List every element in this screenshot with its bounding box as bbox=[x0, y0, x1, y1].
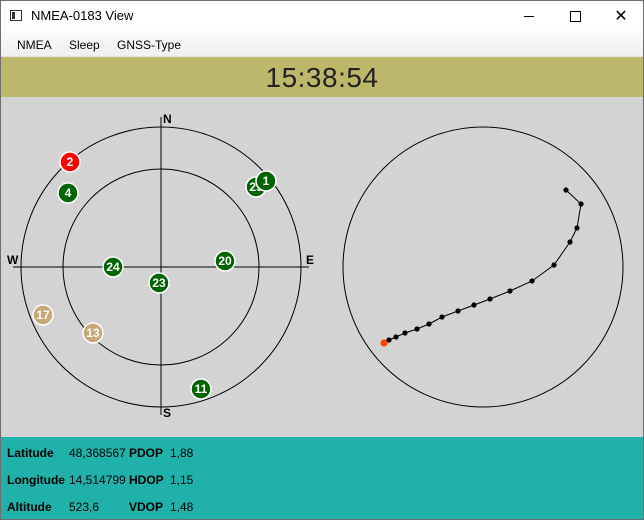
satellite-marker[interactable]: 23 bbox=[148, 272, 170, 294]
altitude-value: 523,6 bbox=[69, 500, 100, 514]
longitude-label: Longitude bbox=[7, 473, 65, 487]
satellite-marker[interactable]: 24 bbox=[102, 256, 124, 278]
close-button[interactable]: ✕ bbox=[598, 1, 643, 31]
longitude-value: 14,514799 bbox=[69, 473, 126, 487]
track-point bbox=[567, 239, 573, 245]
hdop-label: HDOP bbox=[129, 473, 164, 487]
info-panel: Latitude 48,368567 PDOP 1,88 Longitude 1… bbox=[1, 437, 643, 519]
track-point bbox=[574, 225, 580, 231]
maximize-button[interactable] bbox=[552, 1, 598, 31]
app-window-icon bbox=[10, 10, 22, 21]
utc-clock: 15:38:54 bbox=[265, 62, 379, 93]
window-title: NMEA-0183 View bbox=[31, 8, 134, 23]
track-point bbox=[551, 262, 557, 268]
track-point bbox=[529, 278, 535, 284]
menu-nmea[interactable]: NMEA bbox=[17, 38, 52, 52]
satellite-prn: 17 bbox=[36, 308, 50, 322]
title-bar[interactable]: NMEA-0183 View ✕ bbox=[1, 1, 643, 31]
minimize-icon bbox=[524, 15, 534, 17]
track-point bbox=[455, 308, 461, 314]
track-point bbox=[402, 330, 408, 336]
menu-gnss-type[interactable]: GNSS-Type bbox=[117, 38, 181, 52]
minimize-button[interactable] bbox=[506, 1, 552, 31]
track-point bbox=[439, 314, 445, 320]
plot-canvas: N S E W 2 4 29 1 24 20 23 17 13 11 bbox=[7, 112, 624, 420]
satellite-prn: 20 bbox=[218, 254, 232, 268]
track-point bbox=[578, 201, 584, 207]
pdop-label: PDOP bbox=[129, 446, 164, 460]
track-point bbox=[487, 296, 493, 302]
satellite-prn: 11 bbox=[195, 382, 208, 396]
plot-area: N S E W 2 4 29 1 24 20 23 17 13 11 bbox=[1, 97, 643, 437]
satellite-marker[interactable]: 2 bbox=[59, 151, 81, 173]
pdop-value: 1,88 bbox=[170, 446, 194, 460]
satellite-prn: 1 bbox=[263, 174, 270, 188]
maximize-icon bbox=[569, 10, 581, 22]
track-point bbox=[507, 288, 513, 294]
menu-bar: NMEA Sleep GNSS-Type bbox=[1, 31, 643, 57]
satellite-prn: 13 bbox=[86, 326, 100, 340]
latitude-value: 48,368567 bbox=[69, 446, 126, 460]
altitude-label: Altitude bbox=[7, 500, 52, 514]
track-line bbox=[383, 189, 582, 344]
satellite-prn: 24 bbox=[106, 260, 120, 274]
satellite-marker[interactable]: 20 bbox=[214, 250, 236, 272]
hdop-value: 1,15 bbox=[170, 473, 194, 487]
track-point bbox=[471, 302, 477, 308]
vdop-value: 1,48 bbox=[170, 500, 194, 514]
track-point bbox=[414, 326, 420, 332]
latitude-label: Latitude bbox=[7, 446, 54, 460]
satellite-prn: 4 bbox=[65, 186, 72, 200]
track-boundary-ring bbox=[342, 126, 624, 408]
sky-plot: N S E W 2 4 29 1 24 20 23 17 13 11 bbox=[7, 112, 314, 420]
compass-east: E bbox=[306, 253, 314, 267]
track-point bbox=[393, 334, 399, 340]
current-position-marker bbox=[380, 339, 388, 347]
track-points bbox=[386, 187, 584, 343]
satellite-marker[interactable]: 13 bbox=[82, 322, 104, 344]
track-point bbox=[563, 187, 569, 193]
menu-sleep[interactable]: Sleep bbox=[69, 38, 100, 52]
satellite-prn: 23 bbox=[152, 276, 166, 290]
compass-north: N bbox=[163, 112, 172, 126]
satellite-prn: 2 bbox=[67, 155, 74, 169]
compass-south: S bbox=[163, 406, 171, 420]
satellite-marker[interactable]: 1 bbox=[255, 170, 277, 192]
vdop-label: VDOP bbox=[129, 500, 164, 514]
app-window: NMEA-0183 View ✕ NMEA Sleep GNSS-Type 15… bbox=[0, 0, 644, 520]
satellite-marker[interactable]: 17 bbox=[32, 304, 54, 326]
satellite-marker[interactable]: 4 bbox=[57, 182, 79, 204]
compass-west: W bbox=[7, 253, 19, 267]
close-icon: ✕ bbox=[614, 6, 628, 25]
track-plot bbox=[342, 126, 624, 408]
satellite-marker[interactable]: 11 bbox=[190, 378, 212, 400]
clock-bar: 15:38:54 bbox=[1, 57, 643, 97]
track-point bbox=[426, 321, 432, 327]
